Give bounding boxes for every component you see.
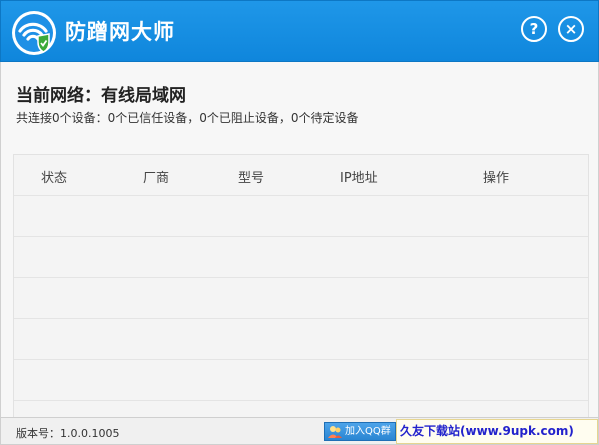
main-content: 当前网络：有线局域网 共连接0个设备：0个已信任设备，0个已阻止设备，0个待定设… bbox=[0, 62, 599, 420]
table-row bbox=[14, 278, 588, 319]
current-network-heading: 当前网络：有线局域网 bbox=[16, 86, 186, 106]
close-button[interactable]: × bbox=[558, 16, 584, 42]
watermark-banner: 久友下载站(www.9upk.com) bbox=[396, 419, 598, 444]
qq-group-icon bbox=[328, 426, 342, 438]
column-header-action[interactable]: 操作 bbox=[483, 167, 509, 186]
help-button[interactable]: ? bbox=[521, 16, 547, 42]
table-row bbox=[14, 319, 588, 360]
version-label: 版本号：1.0.0.1005 bbox=[16, 427, 120, 440]
join-qq-group-label: 加入QQ群 bbox=[345, 426, 391, 437]
table-row bbox=[14, 360, 588, 401]
column-header-model[interactable]: 型号 bbox=[238, 167, 264, 186]
device-summary: 共连接0个设备：0个已信任设备，0个已阻止设备，0个待定设备 bbox=[16, 111, 359, 125]
table-header: 状态 厂商 型号 IP地址 操作 bbox=[14, 155, 588, 196]
table-row bbox=[14, 196, 588, 237]
column-header-status[interactable]: 状态 bbox=[41, 167, 67, 186]
column-header-vendor[interactable]: 厂商 bbox=[143, 167, 169, 186]
join-qq-group-button[interactable]: 加入QQ群 bbox=[324, 422, 396, 441]
title-bar: 防蹭网大师 ? × bbox=[0, 0, 599, 62]
table-row bbox=[14, 237, 588, 278]
column-header-ip[interactable]: IP地址 bbox=[340, 167, 378, 186]
app-title: 防蹭网大师 bbox=[65, 20, 175, 44]
device-table: 状态 厂商 型号 IP地址 操作 bbox=[13, 154, 589, 420]
wifi-shield-logo-icon bbox=[12, 11, 56, 55]
